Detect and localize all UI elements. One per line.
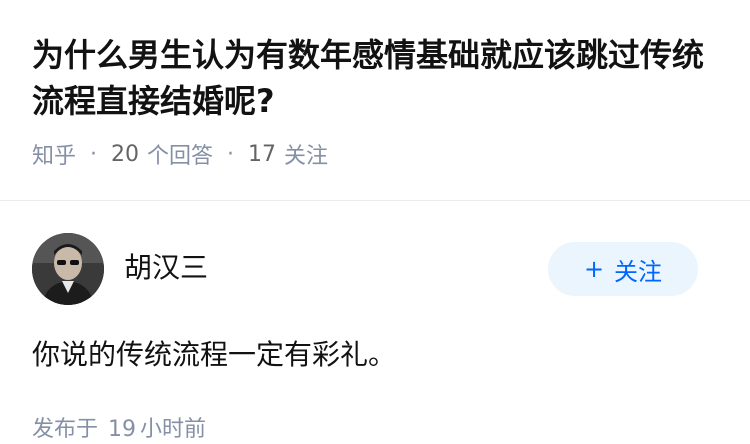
source-label[interactable]: 知乎 [32,138,76,170]
answer-card: 胡汉三 + 关注 你说的传统流程一定有彩礼。 发布于 19 小时前 [0,201,750,443]
answer-content[interactable]: 你说的传统流程一定有彩礼。 [32,335,718,375]
meta-separator: · [227,141,235,167]
time-value: 19 [108,417,137,442]
answer-count: 20 [111,141,140,167]
avatar[interactable] [32,233,104,305]
follow-count-label: 关注 [284,144,329,169]
question-header: 为什么男生认为有数年感情基础就应该跳过传统流程直接结婚呢? 知乎 · 20 个回… [0,0,750,201]
question-meta: 知乎 · 20 个回答 · 17 关注 [32,138,718,170]
page: 为什么男生认为有数年感情基础就应该跳过传统流程直接结婚呢? 知乎 · 20 个回… [0,0,750,444]
question-title[interactable]: 为什么男生认为有数年感情基础就应该跳过传统流程直接结婚呢? [32,32,718,124]
answer-count-label: 个回答 [147,144,214,169]
avatar-image [32,233,104,305]
time-prefix: 发布于 [32,417,99,442]
follow-button-label: 关注 [614,257,663,286]
time-suffix: 小时前 [140,417,207,442]
plus-icon: + [583,255,605,283]
meta-separator: · [90,141,98,167]
answer-timestamp: 发布于 19 小时前 [32,411,718,443]
author-name[interactable]: 胡汉三 [124,246,208,286]
follow-count: 17 [248,141,277,167]
follow-button[interactable]: + 关注 [548,242,698,296]
author-row: 胡汉三 + 关注 [32,201,718,337]
